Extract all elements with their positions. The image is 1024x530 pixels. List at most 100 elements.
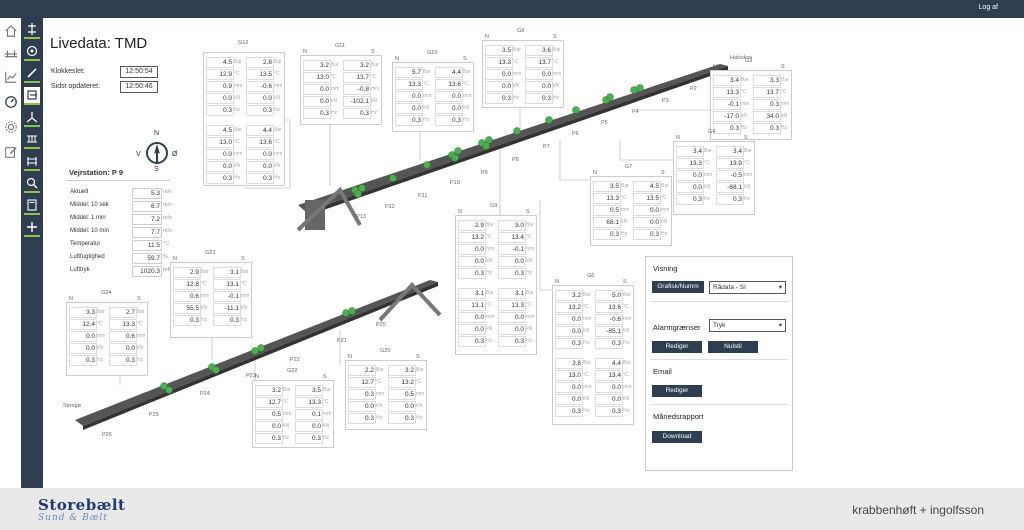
sensor-value-s: -85.1 (595, 326, 623, 337)
sensor-value-s: 0.3 (213, 315, 241, 326)
unit-label: Bar (704, 148, 712, 154)
sensor-group-g22: G22 N S 3.2 Bar 3.5 Bar 12.7 °C 13.3 °C 0.5 mm 0.1 mm 0… (252, 368, 334, 448)
north-label: N (303, 49, 307, 55)
sensor-value-n: 0.0 (555, 382, 583, 393)
south-label: S (416, 354, 420, 360)
unit-label: mm (553, 71, 562, 77)
sensor-value-s: 0.6 (109, 331, 137, 342)
sensor-value-n: 13.1 (458, 300, 486, 311)
group-id: G7 (625, 164, 633, 170)
sensor-value-n: 0.0 (206, 161, 234, 172)
unit-label: kN (623, 396, 630, 402)
unit-label: °C (234, 71, 240, 77)
unit-label: kN (583, 328, 590, 334)
sensor-value-n: 3.2 (303, 60, 331, 71)
chevron-down-icon: ▾ (778, 322, 782, 329)
south-label: S (241, 256, 245, 262)
unit-label: Bar (323, 387, 331, 393)
sensor-value-n: 55.5 (173, 303, 201, 314)
alarm-select[interactable]: Tryk ▾ (709, 319, 786, 332)
unit-label: °C (741, 89, 747, 95)
sensor-value-s: 0.0 (435, 91, 463, 102)
sensor-value-n: 13.3 (485, 57, 513, 68)
unit-label: Hz (553, 95, 560, 101)
sensor-value-s: -0.6 (595, 314, 623, 325)
sensor-value-s: 0.3 (595, 338, 623, 349)
pier-label: P8 (512, 157, 519, 163)
sensor-value-n: 0.3 (458, 336, 486, 347)
sensor-value-n: 0.0 (395, 91, 423, 102)
sensor-group-g8: G8 N S 3.5 Bar 3.6 Bar 13.3 °C 13.7 °C 0.0 mm 0.0 mm 0.… (482, 28, 564, 108)
sensor-value-n: 0.0 (69, 343, 97, 354)
sensor-value-n: 0.0 (485, 69, 513, 80)
unit-label: kN (371, 98, 378, 104)
sensor-value-n: 0.0 (676, 182, 704, 193)
unit-label: Bar (97, 309, 105, 315)
view-select[interactable]: Rådata - SI ▾ (709, 281, 786, 294)
sensor-value-s: 13.1 (213, 279, 241, 290)
sensor-value-n: 0.3 (206, 105, 234, 116)
sensor-group-g10: G10 N S 5.7 Bar 4.4 Bar 13.3 °C 13.6 °C 0.0 mm 0.0 mm 0… (392, 50, 474, 132)
unit-label: Hz (621, 231, 628, 237)
sensor-value-n: 3.1 (458, 288, 486, 299)
unit-label: mm (623, 316, 632, 322)
unit-label: kN (621, 219, 628, 225)
sensor-value-s: 4.4 (435, 67, 463, 78)
sensor-value-n: 0.0 (458, 256, 486, 267)
sensor-value-s: 3.1 (498, 288, 526, 299)
north-label: N (676, 135, 680, 141)
sensor-value-n: 0.0 (206, 93, 234, 104)
unit-label: °C (283, 399, 289, 405)
unit-label: mm (201, 293, 210, 299)
sensor-value-s: -11.1 (213, 303, 241, 314)
sensor-value-s: 0.3 (525, 93, 553, 104)
sensor-value-n: 0.3 (713, 123, 741, 134)
unit-label: Bar (741, 77, 749, 83)
email-edit-button[interactable]: Rediger (652, 385, 702, 397)
sensor-value-n: 0.3 (348, 413, 376, 424)
sensor-value-n: 13.0 (303, 72, 331, 83)
sensor-value-n: 2.2 (348, 365, 376, 376)
sensor-value-n: 4.5 (206, 57, 234, 68)
group-id: G8 (517, 28, 525, 34)
unit-label: Hz (741, 125, 748, 131)
sensor-value-n: 13.3 (713, 87, 741, 98)
alarm-edit-button[interactable]: Rediger (652, 341, 702, 353)
north-label: N (348, 354, 352, 360)
unit-label: Hz (423, 117, 430, 123)
sensor-value-s: 0.3 (753, 123, 781, 134)
pier-label: P22 (290, 357, 300, 363)
unit-label: °C (423, 81, 429, 87)
download-button[interactable]: Download (652, 431, 702, 443)
group-id: G24 (101, 290, 112, 296)
reset-button[interactable]: Nulstil (708, 341, 758, 353)
south-label: S (661, 170, 665, 176)
sensor-value-s: 0.3 (388, 413, 416, 424)
sensor-value-s: 0.0 (498, 256, 526, 267)
sensor-value-s: -0.1 (498, 244, 526, 255)
sensor-value-n: 3.4 (676, 146, 704, 157)
unit-label: °C (323, 399, 329, 405)
unit-label: °C (553, 59, 559, 65)
unit-label: mm (97, 333, 106, 339)
unit-label: °C (623, 304, 629, 310)
sensor-value-n: 0.0 (255, 421, 283, 432)
sensor-value-s: 13.4 (595, 370, 623, 381)
sensor-value-s: 13.6 (435, 79, 463, 90)
sensor-value-s: 0.0 (246, 161, 274, 172)
unit-label: kN (463, 105, 470, 111)
sensor-value-n: 0.0 (303, 96, 331, 107)
south-label: S (137, 296, 141, 302)
graphic-numeric-button[interactable]: Grafisk/Numm (652, 281, 704, 293)
sensor-value-s: 3.2 (343, 60, 371, 71)
email-heading: Email (653, 367, 672, 376)
sensor-value-n: 0.0 (676, 170, 704, 181)
sensor-value-n: 12.7 (255, 397, 283, 408)
sensor-value-s: 13.7 (525, 57, 553, 68)
unit-label: kN (201, 305, 208, 311)
unit-label: Bar (331, 62, 339, 68)
sensor-value-s: 3.6 (525, 45, 553, 56)
sensor-value-n: 0.0 (348, 401, 376, 412)
storebaelt-logo: Storebælt (38, 496, 126, 514)
sensor-value-n: 12.4 (69, 319, 97, 330)
